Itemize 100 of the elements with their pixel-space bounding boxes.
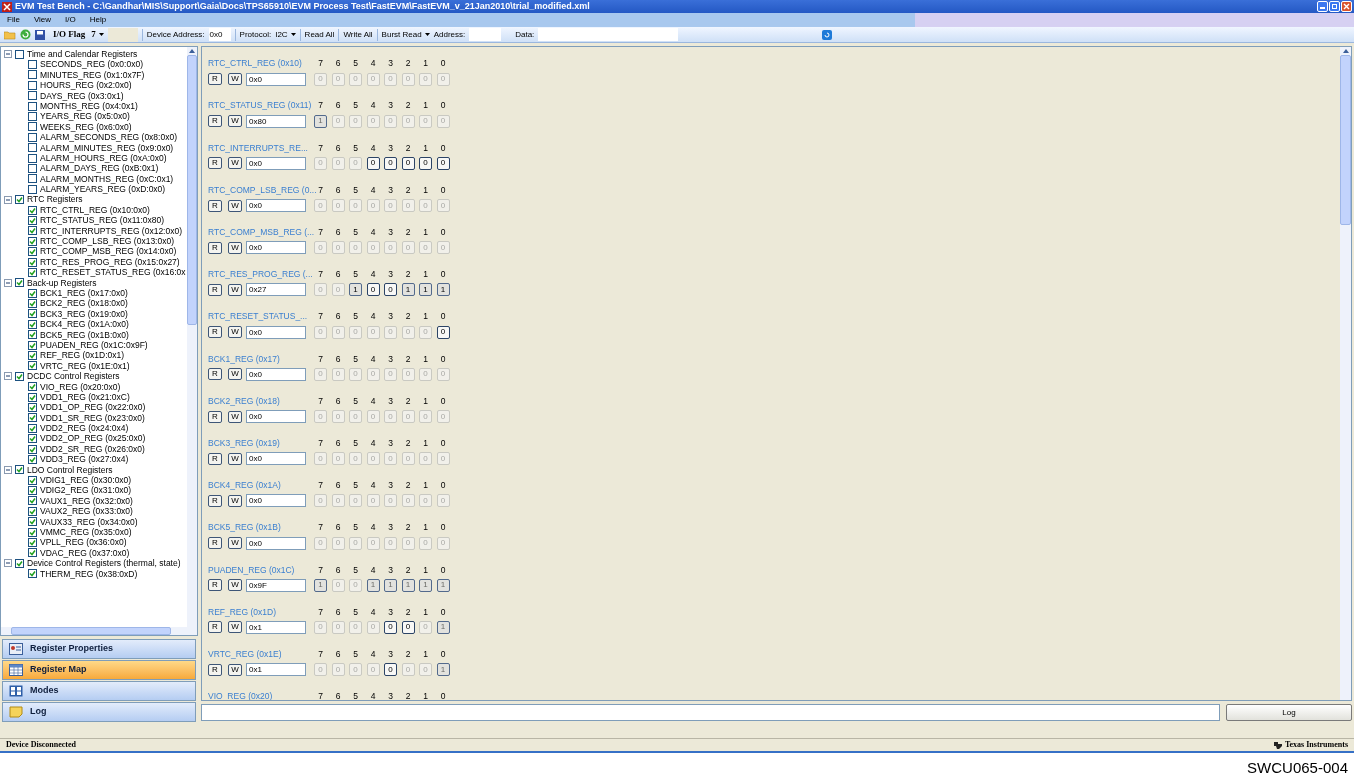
tree-item-label[interactable]: BCK1_REG (0x17:0x0) <box>40 288 128 299</box>
tree-item-label[interactable]: VAUX33_REG (0x34:0x0) <box>40 516 138 527</box>
menu-item[interactable]: Help <box>89 14 107 26</box>
checkbox[interactable] <box>28 288 37 298</box>
bit-toggle[interactable]: 1 <box>384 578 397 592</box>
checkbox[interactable] <box>28 101 37 111</box>
checkbox[interactable] <box>28 361 37 371</box>
bit-toggle[interactable]: 1 <box>419 578 432 592</box>
tree-item-label[interactable]: RTC_COMP_MSB_REG (0x14:0x0) <box>40 246 177 257</box>
nav-button[interactable]: Log <box>2 702 196 722</box>
io-flag-dropdown[interactable]: 7 <box>91 27 104 42</box>
tree-item-label[interactable]: RTC_INTERRUPTS_REG (0x12:0x0) <box>40 225 183 237</box>
read-button[interactable]: R <box>208 368 222 381</box>
checkbox[interactable] <box>28 174 37 184</box>
tree-item-label[interactable]: BCK3_REG (0x19:0x0) <box>40 308 128 320</box>
bit-toggle[interactable]: 0 <box>366 283 380 297</box>
tree-item-label[interactable]: VDD3_REG (0x27:0x4) <box>40 454 129 465</box>
write-button[interactable]: W <box>228 326 242 339</box>
device-address-field[interactable]: 0x0 <box>208 28 231 41</box>
read-button[interactable]: R <box>208 283 222 296</box>
bit-toggle[interactable]: 0 <box>384 283 397 297</box>
checkbox[interactable] <box>28 486 37 496</box>
tree-item-label[interactable]: VDD2_SR_REG (0x26:0x0) <box>40 443 145 455</box>
write-all-button[interactable]: Write All <box>338 28 373 41</box>
bit-toggle[interactable]: 1 <box>349 283 362 297</box>
tree-item-label[interactable]: REF_REG (0x1D:0x1) <box>40 350 125 361</box>
checkbox[interactable] <box>28 402 37 412</box>
menu-item[interactable]: I/O <box>65 14 76 26</box>
write-button[interactable]: W <box>228 410 242 423</box>
log-field[interactable] <box>201 704 1220 721</box>
write-button[interactable]: W <box>228 452 242 465</box>
write-button[interactable]: W <box>228 115 242 128</box>
checkbox[interactable] <box>28 226 37 236</box>
tree-item-label[interactable]: RTC_RES_PROG_REG (0x15:0x27) <box>40 256 180 268</box>
checkbox[interactable] <box>28 60 37 70</box>
bit-toggle[interactable]: 1 <box>401 283 415 297</box>
register-value-field[interactable]: 0x1 <box>246 663 306 677</box>
checkbox[interactable] <box>28 538 37 548</box>
checkbox[interactable] <box>28 319 37 329</box>
tree-item-label[interactable]: HOURS_REG (0x2:0x0) <box>40 80 132 91</box>
checkbox[interactable] <box>28 153 37 163</box>
checkbox[interactable] <box>28 309 37 319</box>
checkbox[interactable] <box>28 215 37 225</box>
tree-item-label[interactable]: BCK2_REG (0x18:0x0) <box>40 298 128 309</box>
checkbox[interactable] <box>15 465 24 475</box>
register-value-field[interactable]: 0x0 <box>246 494 306 508</box>
write-button[interactable]: W <box>228 199 242 212</box>
tree-item-label[interactable]: BCK4_REG (0x1A:0x0) <box>40 319 129 330</box>
collapse-icon[interactable] <box>4 278 12 287</box>
save-icon[interactable] <box>35 29 45 40</box>
checkbox[interactable] <box>28 132 37 142</box>
read-button[interactable]: R <box>208 157 222 170</box>
tree-item-label[interactable]: SECONDS_REG (0x0:0x0) <box>40 59 143 70</box>
scroll-up-icon[interactable] <box>189 49 195 53</box>
checkbox[interactable] <box>28 184 37 194</box>
bit-toggle[interactable]: 0 <box>401 620 415 634</box>
checkbox[interactable] <box>15 558 24 568</box>
refresh-icon[interactable] <box>20 29 31 40</box>
bit-toggle[interactable]: 1 <box>314 114 327 128</box>
bit-toggle[interactable]: 0 <box>419 156 432 170</box>
write-button[interactable]: W <box>228 368 242 381</box>
collapse-icon[interactable] <box>4 195 12 204</box>
tree-item-label[interactable]: VDD2_REG (0x24:0x4) <box>40 423 129 434</box>
tree-item-label[interactable]: RTC_CTRL_REG (0x10:0x0) <box>40 204 150 216</box>
tree-item-label[interactable]: VDIG1_REG (0x30:0x0) <box>40 475 132 486</box>
tree-item-label[interactable]: VIO_REG (0x20:0x0) <box>40 381 121 392</box>
write-button[interactable]: W <box>228 241 242 254</box>
tree-item-label[interactable]: RTC_RESET_STATUS_REG (0x16:0x <box>40 267 186 278</box>
bit-toggle[interactable]: 0 <box>384 663 397 677</box>
tree-item-label[interactable]: VAUX1_REG (0x32:0x0) <box>40 495 133 507</box>
checkbox[interactable] <box>28 122 37 132</box>
register-value-field[interactable]: 0x0 <box>246 241 306 255</box>
register-value-field[interactable]: 0x1 <box>246 620 306 634</box>
collapse-icon[interactable] <box>4 465 12 474</box>
checkbox[interactable] <box>28 143 37 153</box>
tree-item-label[interactable]: RTC_COMP_LSB_REG (0x13:0x0) <box>40 236 174 247</box>
bit-toggle[interactable]: 0 <box>384 156 397 170</box>
tree-item-label[interactable]: VDD1_SR_REG (0x23:0x0) <box>40 412 145 424</box>
read-button[interactable]: R <box>208 241 222 254</box>
checkbox[interactable] <box>28 506 37 516</box>
checkbox[interactable] <box>28 299 37 309</box>
tree-item-label[interactable]: PUADEN_REG (0x1C:0x9F) <box>40 339 148 351</box>
read-button[interactable]: R <box>208 410 222 423</box>
checkbox[interactable] <box>15 195 24 205</box>
write-button[interactable]: W <box>228 663 242 676</box>
data-field[interactable] <box>538 28 679 41</box>
tree-item-label[interactable]: BCK5_REG (0x1B:0x0) <box>40 329 129 340</box>
tree-item-label[interactable]: WEEKS_REG (0x6:0x0) <box>40 121 132 133</box>
tree-item-label[interactable]: VDAC_REG (0x37:0x0) <box>40 547 130 559</box>
bit-toggle[interactable]: 0 <box>436 325 450 339</box>
tree-item-label[interactable]: VDD1_REG (0x21:0xC) <box>40 391 130 403</box>
bit-toggle[interactable]: 1 <box>436 578 450 592</box>
close-button[interactable] <box>1341 1 1352 12</box>
tree-item-label[interactable]: THERM_REG (0x38:0xD) <box>40 568 138 579</box>
tree-item-label[interactable]: VDD1_OP_REG (0x22:0x0) <box>40 402 146 413</box>
checkbox[interactable] <box>28 496 37 506</box>
checkbox[interactable] <box>28 236 37 246</box>
vertical-scrollbar[interactable] <box>1340 47 1351 700</box>
burst-read-dropdown[interactable]: Burst Read <box>376 28 430 41</box>
read-button[interactable]: R <box>208 73 222 85</box>
